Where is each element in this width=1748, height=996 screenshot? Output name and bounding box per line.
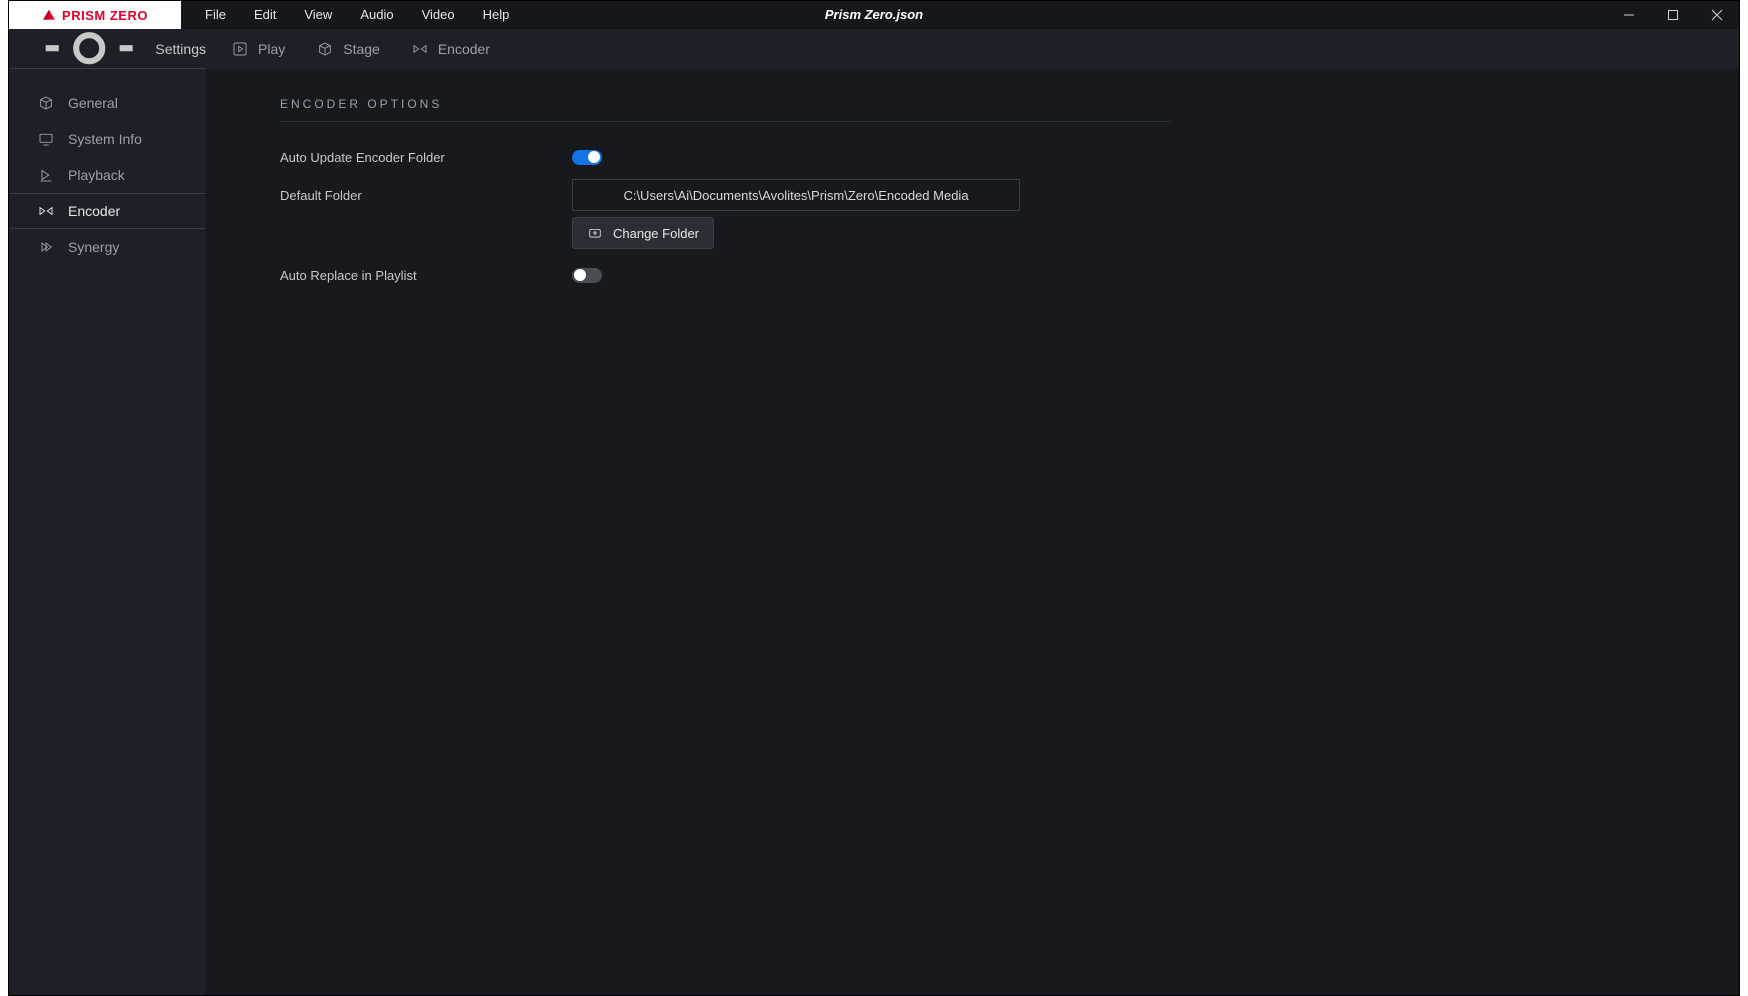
maximize-icon xyxy=(1667,9,1679,21)
menu-video[interactable]: Video xyxy=(408,1,469,29)
cube-icon xyxy=(38,95,54,111)
maximize-button[interactable] xyxy=(1651,1,1695,29)
auto-update-label: Auto Update Encoder Folder xyxy=(280,150,572,165)
playback-icon xyxy=(38,167,54,183)
menu-file[interactable]: File xyxy=(191,1,240,29)
sidebar-item-label: Encoder xyxy=(68,203,120,219)
section-title: ENCODER OPTIONS xyxy=(280,97,1170,122)
play-icon xyxy=(232,41,248,57)
encoder-form: Auto Update Encoder Folder Default Folde… xyxy=(280,122,1170,292)
tab-play[interactable]: Play xyxy=(218,29,299,69)
synergy-icon xyxy=(38,239,54,255)
toolbar: Settings Play Stage Encoder xyxy=(9,29,1739,69)
auto-replace-label: Auto Replace in Playlist xyxy=(280,268,572,283)
settings-label: Settings xyxy=(155,41,206,57)
sidebar-item-label: Playback xyxy=(68,167,125,183)
tab-encoder[interactable]: Encoder xyxy=(398,29,504,69)
change-folder-button[interactable]: Change Folder xyxy=(572,217,714,249)
view-tabs: Play Stage Encoder xyxy=(206,29,504,69)
prism-logo-icon xyxy=(42,8,56,22)
tab-stage-label: Stage xyxy=(343,41,380,57)
sidebar-item-system-info[interactable]: System Info xyxy=(9,121,206,157)
app-window: PRISM ZERO File Edit View Audio Video He… xyxy=(8,0,1740,996)
app-logo: PRISM ZERO xyxy=(9,1,181,29)
encoder-icon xyxy=(38,203,54,219)
default-folder-label: Default Folder xyxy=(280,188,572,203)
close-icon xyxy=(1711,9,1723,21)
tab-stage[interactable]: Stage xyxy=(303,29,394,69)
tab-encoder-label: Encoder xyxy=(438,41,490,57)
row-change-folder: Change Folder xyxy=(280,216,1170,250)
change-folder-label: Change Folder xyxy=(613,226,699,241)
cube-icon xyxy=(317,41,333,57)
sidebar-item-encoder[interactable]: Encoder xyxy=(9,193,206,229)
close-button[interactable] xyxy=(1695,1,1739,29)
sidebar-item-label: System Info xyxy=(68,131,142,147)
folder-icon xyxy=(587,226,603,240)
row-default-folder: Default Folder xyxy=(280,178,1170,212)
app-logo-text: PRISM ZERO xyxy=(62,8,148,23)
body: General System Info Playback Encoder Syn… xyxy=(9,69,1739,995)
sidebar-item-playback[interactable]: Playback xyxy=(9,157,206,193)
encoder-icon xyxy=(412,41,428,57)
titlebar: PRISM ZERO File Edit View Audio Video He… xyxy=(9,1,1739,29)
menu-audio[interactable]: Audio xyxy=(346,1,407,29)
menu-help[interactable]: Help xyxy=(469,1,524,29)
sidebar-item-label: General xyxy=(68,95,118,111)
sidebar-item-synergy[interactable]: Synergy xyxy=(9,229,206,265)
default-folder-input[interactable] xyxy=(572,179,1020,211)
sidebar-item-label: Synergy xyxy=(68,239,119,255)
monitor-icon xyxy=(38,131,54,147)
row-auto-update: Auto Update Encoder Folder xyxy=(280,140,1170,174)
window-controls xyxy=(1607,1,1739,29)
tab-play-label: Play xyxy=(258,41,285,57)
auto-update-toggle[interactable] xyxy=(572,150,602,165)
menu-bar: File Edit View Audio Video Help xyxy=(181,1,523,29)
menu-edit[interactable]: Edit xyxy=(240,1,290,29)
auto-replace-toggle[interactable] xyxy=(572,268,602,283)
row-auto-replace: Auto Replace in Playlist xyxy=(280,258,1170,292)
sidebar: General System Info Playback Encoder Syn… xyxy=(9,69,206,995)
window-title: Prism Zero.json xyxy=(825,1,923,29)
minimize-icon xyxy=(1623,9,1635,21)
settings-header: Settings xyxy=(9,29,206,69)
content-pane: ENCODER OPTIONS Auto Update Encoder Fold… xyxy=(206,69,1739,995)
sidebar-item-general[interactable]: General xyxy=(9,85,206,121)
minimize-button[interactable] xyxy=(1607,1,1651,29)
menu-view[interactable]: View xyxy=(290,1,346,29)
